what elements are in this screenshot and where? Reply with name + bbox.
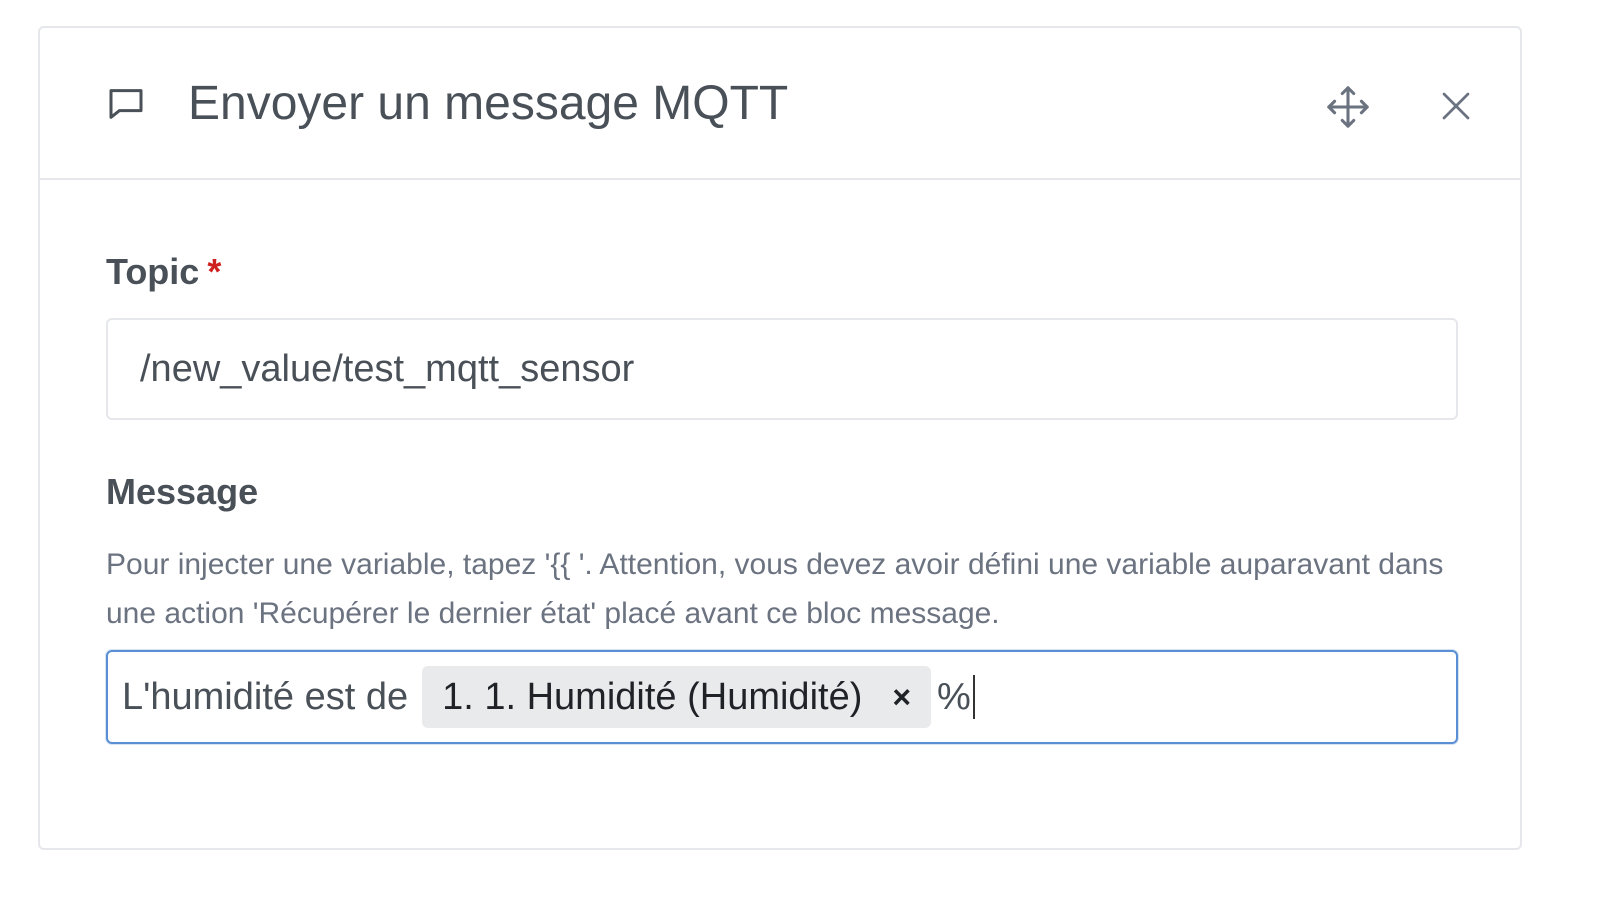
- move-icon[interactable]: [1325, 84, 1371, 130]
- card-header: Envoyer un message MQTT: [40, 28, 1520, 180]
- card-title: Envoyer un message MQTT: [188, 77, 789, 130]
- text-caret: [972, 675, 975, 719]
- variable-chip[interactable]: 1. 1. Humidité (Humidité) ×: [422, 666, 932, 728]
- message-text-after: %: [937, 675, 971, 718]
- chip-remove-button[interactable]: ×: [892, 679, 911, 716]
- required-asterisk: *: [207, 251, 222, 292]
- topic-label-text: Topic: [106, 251, 200, 292]
- message-editor[interactable]: L'humidité est de 1. 1. Humidité (Humidi…: [106, 650, 1458, 744]
- topic-label: Topic *: [106, 250, 221, 294]
- variable-chip-label: 1. 1. Humidité (Humidité): [442, 675, 863, 718]
- message-square-icon: [109, 89, 143, 119]
- message-text-before: L'humidité est de: [122, 675, 409, 718]
- close-icon[interactable]: [1438, 88, 1474, 124]
- topic-input[interactable]: [106, 318, 1458, 420]
- mqtt-action-card: Envoyer un message MQTT Topic* Message P…: [38, 26, 1522, 850]
- message-help-text: Pour injecter une variable, tapez '{{ '.…: [106, 548, 1444, 630]
- message-label: Message: [106, 471, 259, 512]
